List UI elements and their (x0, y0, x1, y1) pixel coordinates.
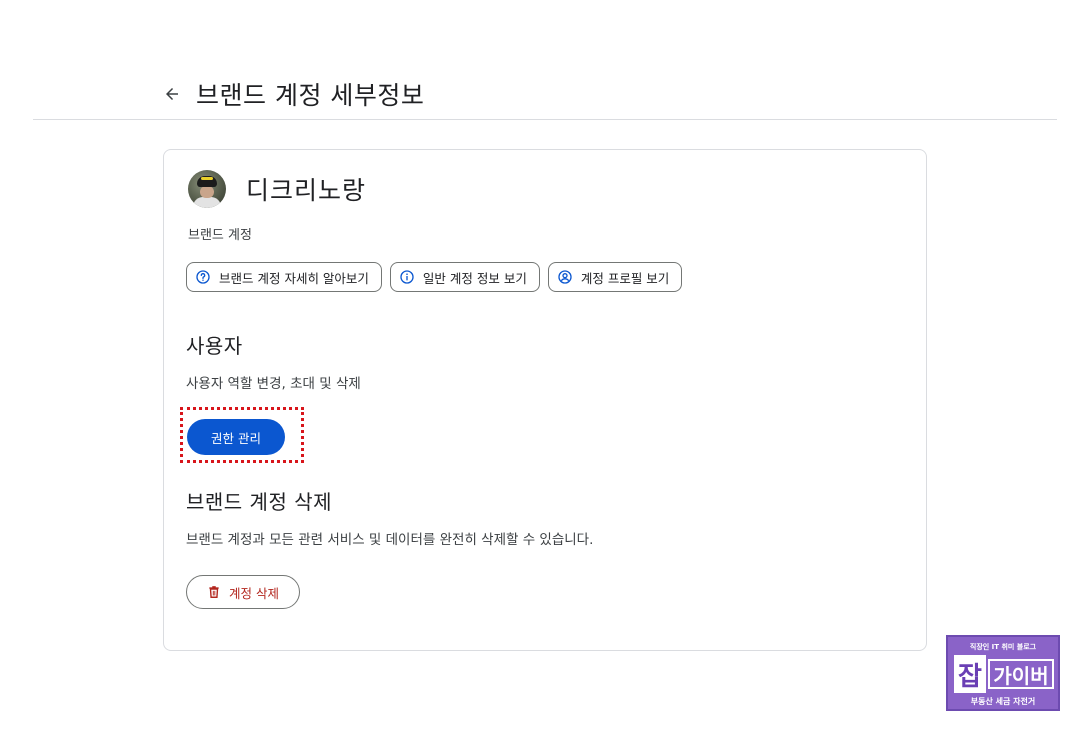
learn-more-chip[interactable]: 브랜드 계정 자세히 알아보기 (186, 262, 382, 292)
chip-label: 브랜드 계정 자세히 알아보기 (219, 270, 369, 286)
delete-section-description: 브랜드 계정과 모든 관련 서비스 및 데이터를 완전히 삭제할 수 있습니다. (186, 532, 594, 548)
blog-watermark-logo: 직장인 IT 취미 블로그 잡 가이버 부동산 세금 자전거 (946, 635, 1060, 711)
chip-label: 계정 프로필 보기 (580, 270, 670, 286)
users-section-title: 사용자 (186, 334, 243, 358)
back-button[interactable] (160, 82, 184, 106)
delete-account-button[interactable]: 계정 삭제 (186, 575, 300, 609)
help-circle-icon (195, 269, 211, 285)
avatar (188, 170, 226, 208)
account-profile-chip[interactable]: 계정 프로필 보기 (547, 262, 683, 292)
users-section-description: 사용자 역할 변경, 초대 및 삭제 (186, 376, 361, 392)
page-title: 브랜드 계정 세부정보 (196, 81, 425, 110)
account-circle-icon (557, 269, 573, 285)
page-header: 브랜드 계정 세부정보 (160, 74, 424, 114)
account-name: 디크리노랑 (246, 176, 367, 205)
chip-row: 브랜드 계정 자세히 알아보기 일반 계정 정보 보기 계정 프로필 보기 (186, 262, 683, 292)
account-row: 디크리노랑 (188, 170, 366, 208)
watermark-right-text: 가이버 (988, 659, 1054, 689)
account-card: 디크리노랑 브랜드 계정 브랜드 계정 자세히 알아보기 일반 계정 정보 보기 (163, 149, 927, 651)
trash-icon (207, 585, 221, 599)
general-account-info-chip[interactable]: 일반 계정 정보 보기 (389, 262, 540, 292)
chip-label: 일반 계정 정보 보기 (422, 270, 527, 286)
manage-permissions-button[interactable]: 권한 관리 (187, 419, 285, 455)
info-icon (399, 269, 415, 285)
arrow-back-icon (166, 88, 178, 100)
watermark-bottom-text: 부동산 세금 자전거 (970, 697, 1036, 706)
account-type: 브랜드 계정 (188, 228, 252, 243)
watermark-top-text: 직장인 IT 취미 블로그 (969, 643, 1037, 651)
header-divider (33, 119, 1057, 120)
highlight-box: 권한 관리 (180, 407, 304, 463)
delete-section-title: 브랜드 계정 삭제 (186, 490, 333, 514)
delete-button-label: 계정 삭제 (229, 585, 279, 601)
brand-account-details-page: 브랜드 계정 세부정보 디크리노랑 브랜드 계정 브랜드 계정 자세히 알아보기 (0, 0, 1090, 745)
watermark-left-text: 잡 (954, 655, 986, 693)
